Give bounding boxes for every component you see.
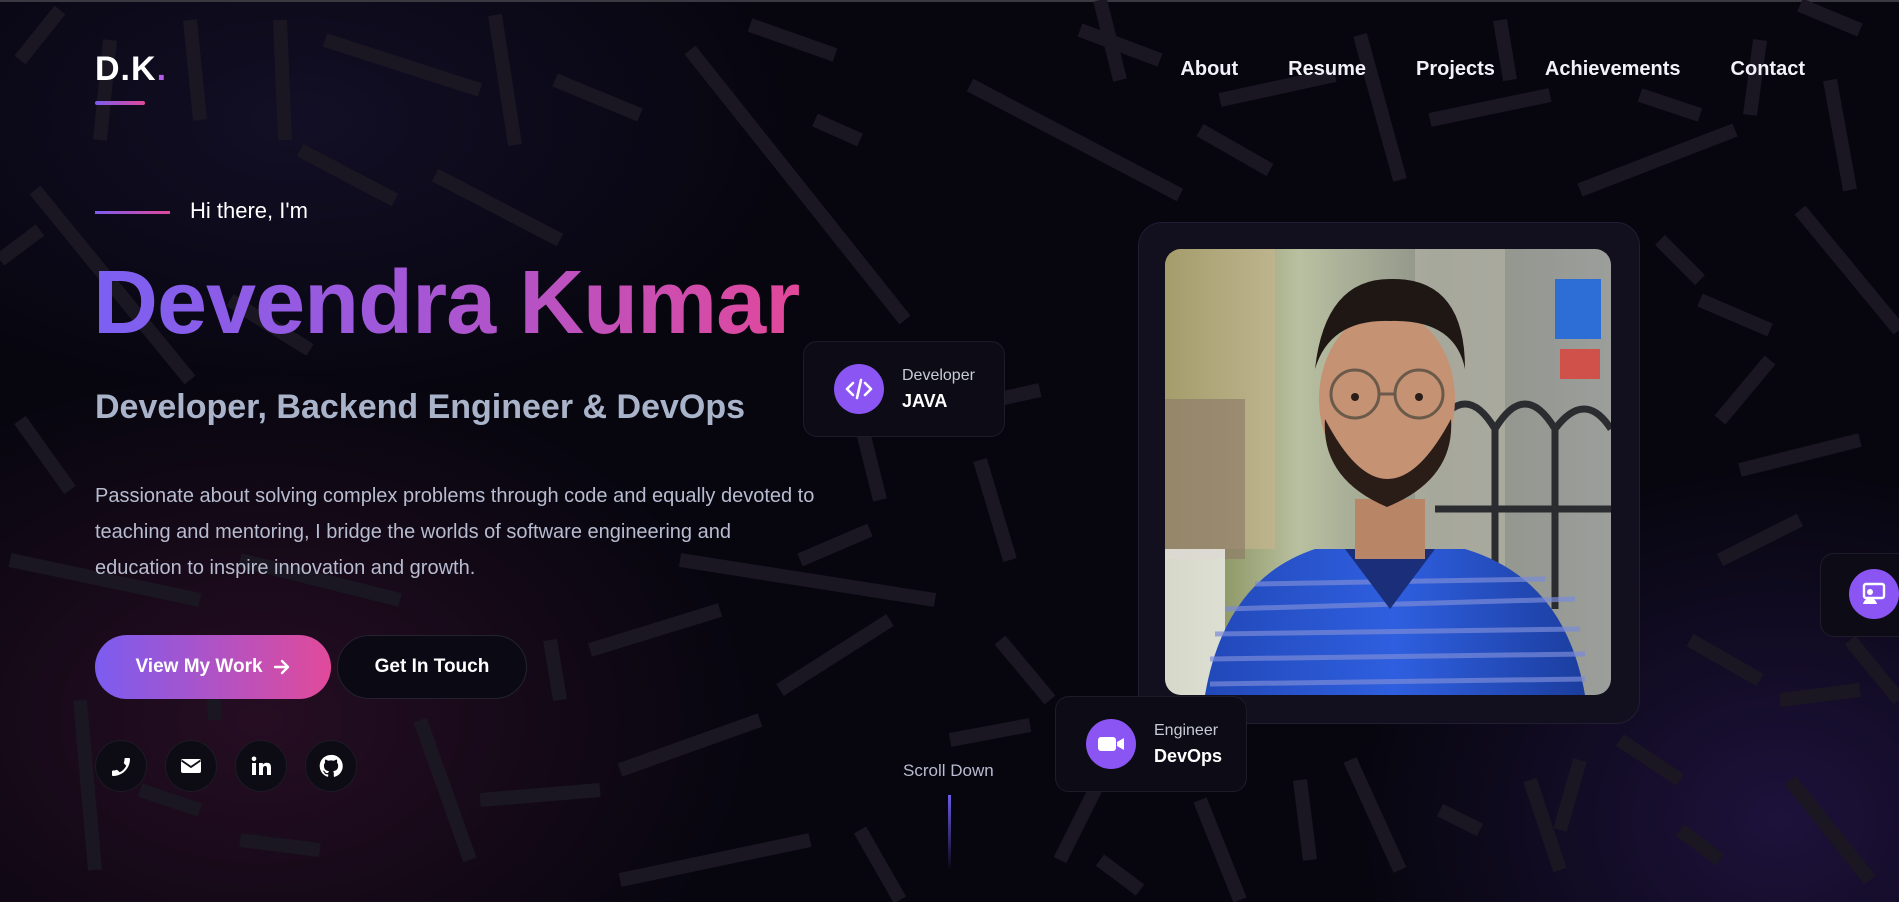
scroll-indicator[interactable] [948,795,951,870]
code-icon [834,364,884,414]
main-nav: About Resume Projects Achievements Conta… [1180,58,1805,81]
engineer-badge-value: DevOps [1154,745,1223,766]
logo-text: D.K [95,50,157,88]
nav-link-achievements[interactable]: Achievements [1545,58,1681,81]
nav-link-resume[interactable]: Resume [1288,58,1366,81]
hero-name: Devendra Kumar [93,253,800,353]
view-my-work-button[interactable]: View My Work [95,635,331,699]
engineer-badge: Engineer DevOps [1055,696,1247,792]
phone-icon [112,758,130,776]
site-logo[interactable]: D.K. [95,50,167,89]
developer-badge: Developer JAVA [803,341,1005,437]
intro-text: Hi there, I'm [190,198,308,223]
hero-role: Developer, Backend Engineer & DevOps [95,388,746,426]
view-my-work-label: View My Work [135,656,263,677]
linkedin-link[interactable] [235,740,287,792]
email-link[interactable] [165,740,217,792]
portfolio-page: D.K. About Resume Projects Achievements … [0,0,1899,902]
get-in-touch-label: Get In Touch [374,656,490,677]
github-icon [319,754,343,777]
hero-description: Passionate about solving complex problem… [95,485,815,579]
engineer-badge-caption: Engineer [1154,721,1219,739]
nav-link-contact[interactable]: Contact [1731,58,1805,81]
phone-link[interactable] [95,740,147,792]
video-camera-icon [1086,719,1136,769]
get-in-touch-button[interactable]: Get In Touch [337,635,527,699]
profile-photo-illustration [1165,249,1611,695]
github-link[interactable] [305,740,357,792]
profile-photo [1165,249,1611,695]
developer-badge-caption: Developer [902,366,975,384]
scroll-down-label: Scroll Down [903,761,994,780]
developer-badge-text: Developer JAVA [902,367,975,412]
nav-link-projects[interactable]: Projects [1416,58,1495,81]
email-icon [180,759,202,773]
linkedin-icon [251,756,271,775]
arrow-right-icon [273,659,289,675]
logo-underline [95,101,145,105]
developer-badge-value: JAVA [902,390,948,411]
nav-link-about[interactable]: About [1180,58,1238,81]
side-floating-button[interactable] [1849,569,1899,619]
intro-accent-line [95,211,170,214]
logo-dot: . [156,50,168,88]
presentation-icon [1862,582,1886,604]
engineer-badge-text: Engineer DevOps [1154,722,1222,767]
